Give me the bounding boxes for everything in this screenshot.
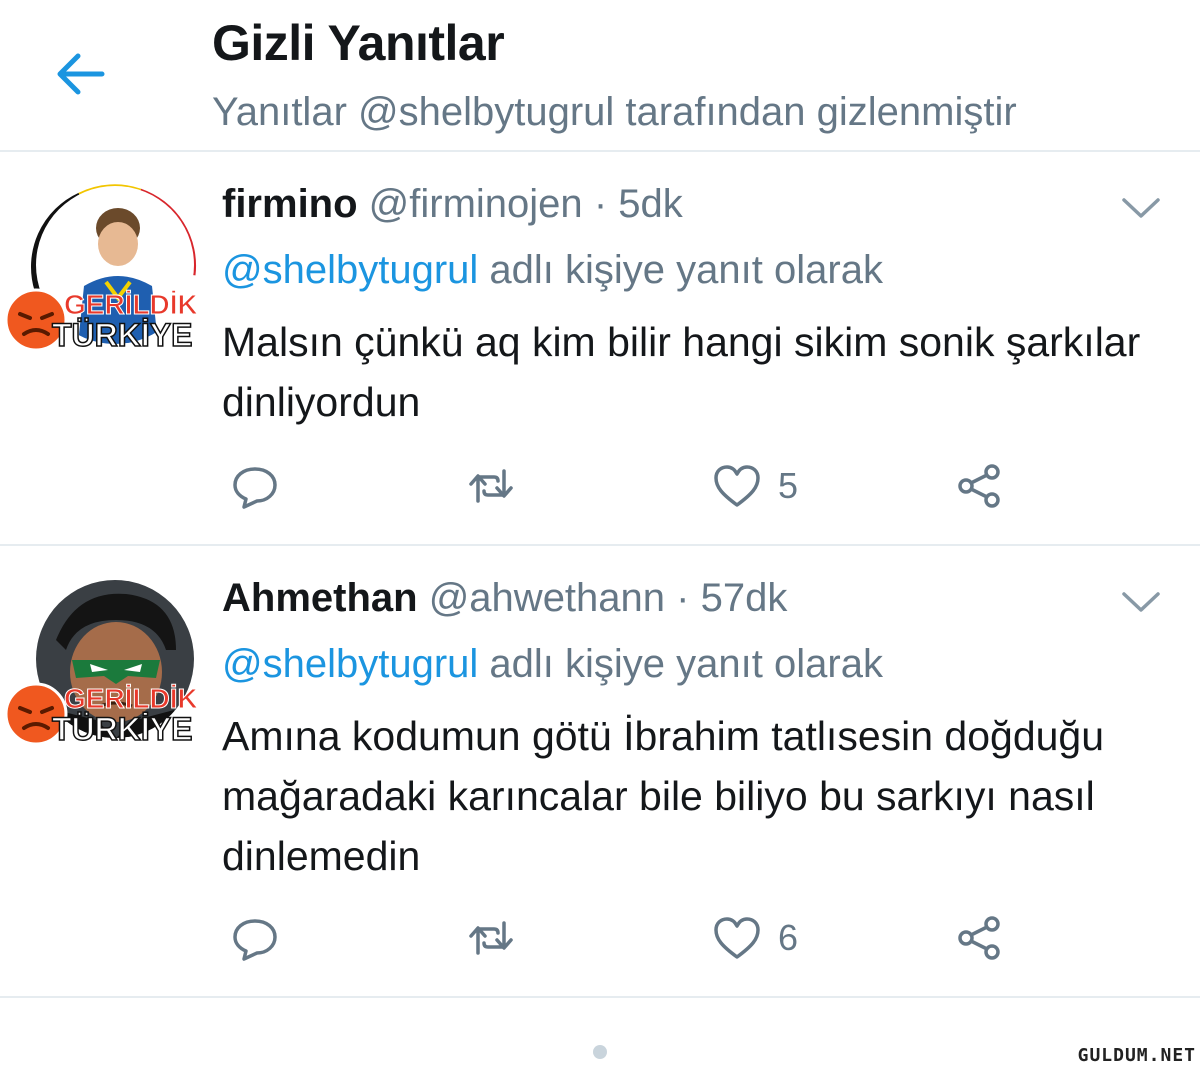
reply-button[interactable] bbox=[230, 456, 280, 516]
heart-icon bbox=[714, 465, 760, 507]
svg-text:GERİLDİK: GERİLDİK bbox=[64, 289, 198, 320]
timestamp[interactable]: 5dk bbox=[618, 182, 683, 226]
svg-text:TÜRKİYE: TÜRKİYE bbox=[52, 317, 192, 353]
retweet-icon bbox=[469, 469, 513, 503]
page-subtitle: Yanıtlar @shelbytugrul tarafından gizlen… bbox=[212, 90, 1017, 134]
tweet-menu-button[interactable] bbox=[1118, 192, 1164, 222]
separator: · bbox=[593, 182, 608, 226]
arrow-left-icon bbox=[57, 53, 105, 95]
like-button[interactable]: 6 bbox=[712, 908, 798, 968]
reply-icon bbox=[233, 919, 277, 961]
tweet-meta: firmino @firminojen · 5dk bbox=[222, 182, 683, 227]
tweet-text: Amına kodumun götü İbrahim tatlısesin do… bbox=[222, 713, 1105, 879]
tweet-actions: 5 bbox=[222, 456, 1022, 516]
tweet-text: Malsın çünkü aq kim bilir hangi sikim so… bbox=[222, 319, 1141, 425]
page-title: Gizli Yanıtlar bbox=[212, 15, 505, 71]
svg-text:GERİLDİK: GERİLDİK bbox=[64, 683, 198, 714]
reply-context: @shelbytugrul adlı kişiye yanıt olarak bbox=[222, 642, 883, 687]
timestamp[interactable]: 57dk bbox=[701, 576, 788, 620]
heart-icon bbox=[714, 917, 760, 959]
author-name[interactable]: Ahmethan bbox=[222, 576, 418, 620]
like-button[interactable]: 5 bbox=[712, 456, 798, 516]
share-button[interactable] bbox=[954, 456, 1004, 516]
author-name[interactable]: firmino bbox=[222, 182, 358, 226]
tweet-menu-button[interactable] bbox=[1118, 586, 1164, 616]
tweet-actions: 6 bbox=[222, 908, 1022, 968]
mention-link[interactable]: @shelbytugrul bbox=[222, 248, 478, 292]
mention-link[interactable]: @shelbytugrul bbox=[222, 642, 478, 686]
brand-logo: GERİLDİK TÜRKİYE bbox=[0, 280, 215, 360]
reply-context-label: adlı kişiye yanıt olarak bbox=[489, 642, 883, 686]
separator: · bbox=[676, 576, 690, 620]
watermark: GULDUM.NET bbox=[1077, 1045, 1196, 1066]
reply-icon bbox=[233, 467, 277, 509]
like-count: 5 bbox=[778, 465, 799, 506]
author-handle[interactable]: @ahwethann bbox=[429, 576, 665, 620]
retweet-button[interactable] bbox=[466, 908, 516, 968]
tweet-card[interactable]: GERİLDİK TÜRKİYE Ahmethan @ahwethann · 5… bbox=[0, 546, 1200, 998]
svg-text:TÜRKİYE: TÜRKİYE bbox=[52, 711, 192, 747]
like-count: 6 bbox=[778, 917, 799, 958]
share-icon bbox=[958, 916, 1000, 960]
chevron-down-icon bbox=[1122, 198, 1160, 218]
reply-context-label: adlı kişiye yanıt olarak bbox=[489, 248, 883, 292]
tweet-card[interactable]: GERİLDİK TÜRKİYE firmino @firminojen · 5… bbox=[0, 152, 1200, 546]
reply-context: @shelbytugrul adlı kişiye yanıt olarak bbox=[222, 248, 883, 293]
share-button[interactable] bbox=[954, 908, 1004, 968]
reply-button[interactable] bbox=[230, 908, 280, 968]
header: Gizli Yanıtlar Yanıtlar @shelbytugrul ta… bbox=[0, 0, 1200, 152]
chevron-down-icon bbox=[1122, 592, 1160, 612]
share-icon bbox=[958, 464, 1000, 508]
author-handle[interactable]: @firminojen bbox=[369, 182, 583, 226]
back-button[interactable] bbox=[52, 44, 112, 104]
brand-logo: GERİLDİK TÜRKİYE bbox=[0, 674, 215, 754]
retweet-button[interactable] bbox=[466, 456, 516, 516]
tweet-meta: Ahmethan @ahwethann · 57dk bbox=[222, 576, 787, 621]
retweet-icon bbox=[469, 921, 513, 955]
loading-indicator bbox=[593, 1045, 607, 1059]
